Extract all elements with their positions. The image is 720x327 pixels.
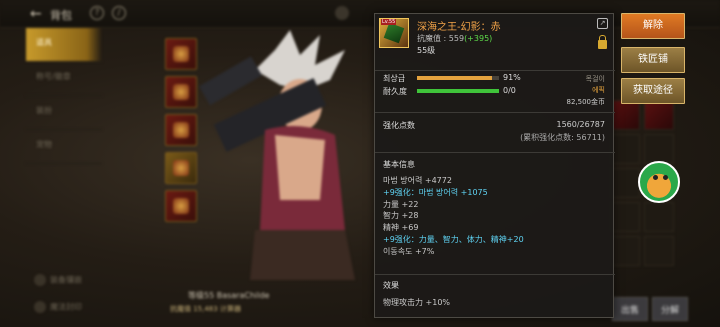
grade-percent: 91% bbox=[503, 73, 521, 82]
divider bbox=[375, 274, 615, 275]
inventory-slot[interactable] bbox=[610, 236, 640, 266]
enhancement-stat-line: +9强化：마법 방어력 +1075 bbox=[383, 187, 488, 197]
filter-icon[interactable]: / bbox=[112, 6, 126, 20]
inventory-slot[interactable] bbox=[610, 168, 640, 198]
equip-slot[interactable] bbox=[165, 38, 197, 70]
inventory-title: 背包 bbox=[50, 9, 72, 22]
inventory-slot[interactable] bbox=[610, 134, 640, 164]
anti-magic-line: 抗魔值 : 559(+395) bbox=[417, 33, 492, 44]
basic-info-title: 基本信息 bbox=[383, 160, 415, 169]
item-level-badge: Lv.55 bbox=[381, 19, 397, 25]
item-name: 深海之王-幻影：赤 bbox=[417, 22, 501, 33]
slot-type: 목걸이 bbox=[585, 75, 605, 83]
character-power: 抗魔值 15,483 计算器 bbox=[170, 305, 241, 313]
seal-icon bbox=[34, 301, 46, 313]
help-icon[interactable]: ? bbox=[90, 6, 104, 20]
enhancement-stat-line: +9强化：力量、智力、体力、精神+20 bbox=[383, 234, 524, 244]
tooltip-header: Lv.55 深海之王-幻影：赤 抗魔值 : 559(+395) 55级 ↗ bbox=[375, 14, 615, 60]
durability-bar bbox=[417, 89, 499, 93]
sidebar-item-avatar[interactable]: 装扮 bbox=[26, 96, 102, 130]
strengthen-total: (累积强化点数: 56711) bbox=[520, 133, 605, 142]
sidebar-item-pets[interactable]: 宠物 bbox=[26, 130, 102, 164]
stat-line: 이동속도 +7% bbox=[383, 246, 435, 256]
back-arrow-icon[interactable]: ← bbox=[30, 6, 42, 22]
blacksmith-button[interactable]: 铁匠铺 bbox=[621, 47, 685, 73]
inventory-slot[interactable] bbox=[644, 236, 674, 266]
inventory-slot[interactable] bbox=[610, 202, 640, 232]
durability-bar-fill bbox=[417, 89, 499, 93]
anti-magic-bonus: (+395) bbox=[464, 34, 493, 43]
effect-line: 物理攻击力 +10% bbox=[383, 298, 451, 307]
stat-line: 마법 방어력 +4772 bbox=[383, 176, 452, 185]
character-portrait bbox=[199, 30, 355, 280]
inventory-slot[interactable] bbox=[644, 100, 674, 130]
character-name: 等级55 BasaraChilde bbox=[188, 291, 270, 300]
inventory-slot[interactable] bbox=[644, 134, 674, 164]
disassemble-button[interactable]: 分解 bbox=[652, 297, 689, 321]
inventory-slot[interactable] bbox=[644, 202, 674, 232]
mascot-icon[interactable] bbox=[638, 161, 680, 203]
durability-value: 0/0 bbox=[503, 86, 516, 95]
durability-label: 耐久度 bbox=[383, 87, 407, 96]
sidebar-bottom-item-seal[interactable]: 魔法封印 bbox=[34, 301, 82, 313]
equip-slot[interactable] bbox=[165, 152, 197, 184]
item-tooltip: Lv.55 深海之王-幻影：赤 抗魔值 : 559(+395) 55级 ↗ 최상… bbox=[374, 13, 615, 318]
divider bbox=[375, 152, 615, 153]
sidebar-item-items[interactable]: 道具 bbox=[26, 28, 102, 62]
item-level: 55级 bbox=[417, 46, 436, 55]
grade-label: 최상급 bbox=[383, 74, 406, 83]
divider bbox=[375, 112, 615, 113]
inventory-slot[interactable] bbox=[610, 100, 640, 130]
effect-title: 效果 bbox=[383, 281, 399, 290]
rarity: 에픽 bbox=[592, 86, 605, 94]
item-icon: Lv.55 bbox=[379, 18, 409, 48]
sidebar-item-titles[interactable]: 称号/徽章 bbox=[26, 62, 102, 96]
grade-bar bbox=[417, 76, 499, 80]
item-price: 82,500金币 bbox=[566, 98, 606, 106]
anti-magic-value: 抗魔值 : 559 bbox=[417, 34, 465, 43]
sidebar-bottom-item-inlay[interactable]: 装备镶嵌 bbox=[34, 274, 82, 286]
divider bbox=[375, 70, 615, 71]
strengthen-value: 1560/26787 bbox=[556, 120, 605, 129]
obtain-route-button[interactable]: 获取途径 bbox=[621, 78, 685, 104]
sell-button[interactable]: 出售 bbox=[612, 297, 649, 321]
stat-line: 力量 +22 bbox=[383, 199, 419, 209]
stat-list: 마법 방어력 +4772 +9强化：마법 방어력 +1075 力量 +22 智力 +2… bbox=[383, 175, 524, 258]
currency-icons bbox=[335, 6, 349, 20]
share-icon[interactable]: ↗ bbox=[597, 18, 608, 29]
currency-icon bbox=[335, 6, 349, 20]
equip-slot[interactable] bbox=[165, 76, 197, 108]
release-button[interactable]: 解除 bbox=[621, 13, 685, 39]
lock-icon[interactable] bbox=[598, 35, 607, 49]
stat-line: 智力 +28 bbox=[383, 211, 419, 221]
strengthen-label: 强化点数 bbox=[383, 121, 415, 130]
equip-slot[interactable] bbox=[165, 190, 197, 222]
inlay-icon bbox=[34, 274, 46, 286]
grade-bar-fill bbox=[417, 76, 492, 80]
equip-slot[interactable] bbox=[165, 114, 197, 146]
equipment-slots bbox=[165, 38, 197, 228]
stat-line: 精神 +69 bbox=[383, 223, 419, 233]
